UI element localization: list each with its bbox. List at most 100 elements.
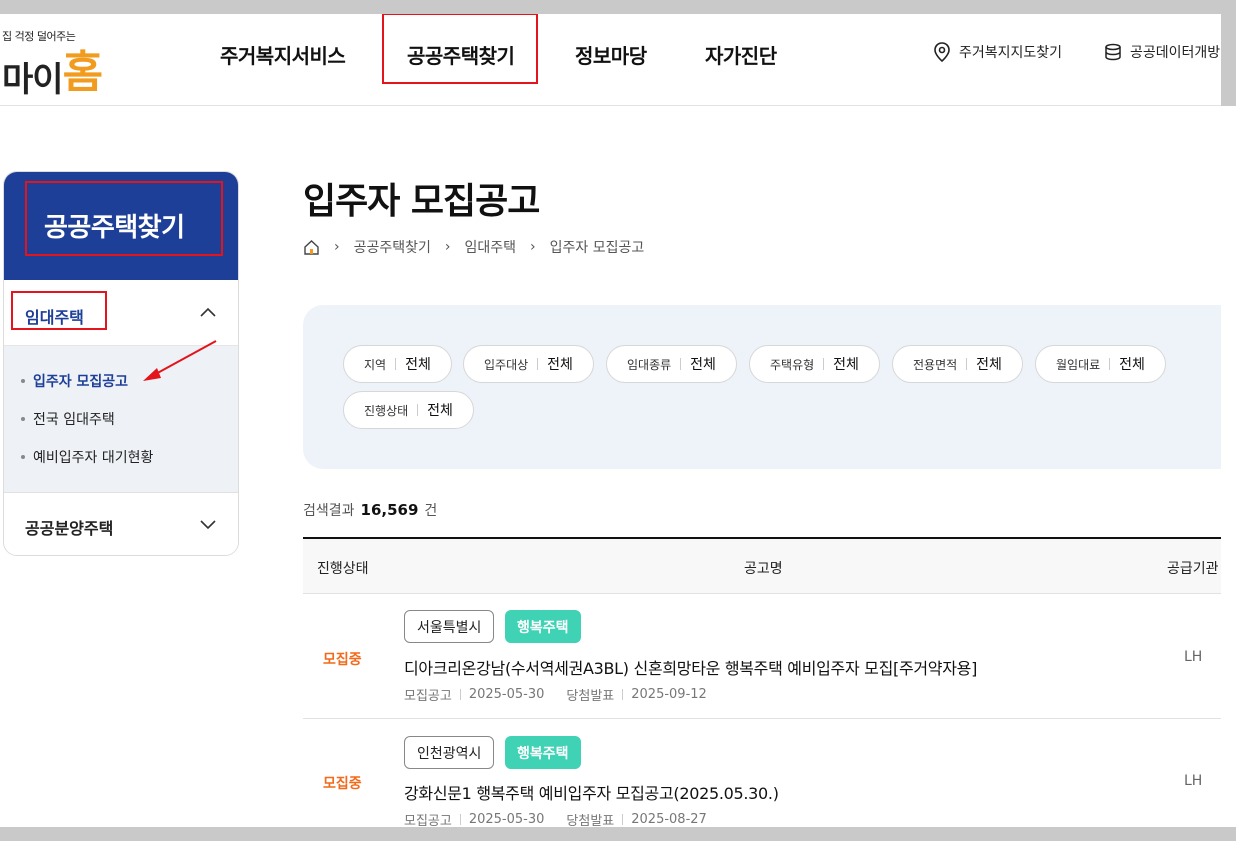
page: 집 걱정 덜어주는 마이홈 주거복지서비스 공공주택찾기 정보마당 자가진단 주… (0, 14, 1221, 827)
bullet-icon (21, 455, 25, 459)
meta-divider (622, 689, 624, 700)
logo-brand-accent: 홈 (62, 47, 103, 98)
table-row[interactable]: 모집중 인천광역시 행복주택 강화신문1 행복주택 예비입주자 모집공고(202… (303, 719, 1221, 827)
home-icon[interactable] (303, 239, 320, 256)
region-tag: 인천광역시 (404, 736, 495, 769)
filter-chip-divider (395, 358, 397, 370)
filter-chip-divider (966, 358, 968, 370)
sidebar-item-waitlist[interactable]: 예비입주자 대기현황 (21, 447, 153, 467)
filter-chip-value: 전체 (976, 357, 1002, 373)
table-row[interactable]: 모집중 서울특별시 행복주택 디아크리온강남(수서역세권A3BL) 신혼희망타운… (303, 594, 1221, 719)
breadcrumb-item[interactable]: 공공주택찾기 (354, 237, 431, 257)
location-pin-icon (934, 42, 950, 62)
result-count: 검색결과 16,569 건 (303, 500, 437, 520)
status-badge: 모집중 (323, 652, 362, 668)
status-badge: 모집중 (323, 776, 362, 792)
sidebar-item-label: 입주자 모집공고 (33, 374, 129, 390)
sidebar-item-label: 전국 임대주택 (33, 412, 115, 428)
post-label: 모집공고 (404, 689, 452, 704)
filter-chip-divider (417, 404, 419, 416)
chevron-right-icon: › (444, 239, 451, 255)
database-icon (1105, 43, 1121, 61)
filter-chip-label: 입주대상 (484, 357, 529, 372)
annotation-arrow-icon (143, 340, 217, 381)
filter-chip-house-type[interactable]: 주택유형 전체 (749, 345, 880, 383)
chevron-down-icon (200, 520, 216, 530)
chevron-right-icon: › (334, 239, 340, 255)
sidebar-section-sale-label: 공공분양주택 (25, 519, 114, 538)
highlight-sidebar-title (25, 181, 223, 256)
housing-type-tag: 행복주택 (505, 736, 581, 769)
announce-date: 2025-09-12 (631, 687, 707, 702)
breadcrumb: › 공공주택찾기 › 임대주택 › 입주자 모집공고 (303, 237, 644, 257)
filter-chip-value: 전체 (1119, 357, 1145, 373)
meta-divider (459, 689, 461, 700)
column-header-status: 진행상태 (317, 561, 369, 577)
sidebar-item-label: 예비입주자 대기현황 (33, 450, 154, 466)
filter-chip-value: 전체 (547, 357, 573, 373)
supply-org: LH (1184, 649, 1203, 665)
column-header-org: 공급기관 (1167, 561, 1219, 577)
filter-chip-rent-type[interactable]: 임대종류 전체 (606, 345, 737, 383)
filter-chip-monthly-rent[interactable]: 월임대료 전체 (1035, 345, 1166, 383)
filter-chip-label: 전용면적 (913, 357, 958, 372)
page-title: 입주자 모집공고 (303, 181, 540, 222)
filter-chip-label: 월임대료 (1056, 357, 1101, 372)
highlight-sidebar-rental (11, 291, 107, 330)
gnb-housing-welfare[interactable]: 주거복지서비스 (220, 40, 346, 69)
gnb-self-check[interactable]: 자가진단 (705, 40, 777, 69)
post-date: 2025-05-30 (468, 812, 545, 827)
bullet-icon (21, 417, 25, 421)
result-number: 16,569 (360, 501, 419, 519)
notice-meta: 모집공고 2025-05-30 당첨발표 2025-09-12 (404, 685, 707, 704)
filter-chip-divider (1109, 358, 1111, 370)
chevron-up-icon (200, 307, 216, 317)
post-date: 2025-05-30 (468, 687, 545, 702)
logo-brand: 마이홈 (2, 40, 103, 104)
welfare-map-link[interactable]: 주거복지지도찾기 (933, 42, 1062, 62)
breadcrumb-item[interactable]: 입주자 모집공고 (550, 237, 645, 257)
meta-divider (459, 814, 461, 825)
announce-date: 2025-08-27 (631, 812, 707, 827)
filter-chip-label: 지역 (364, 357, 387, 372)
filter-chip-value: 전체 (405, 357, 431, 373)
filter-chip-label: 진행상태 (364, 403, 409, 418)
bullet-icon (21, 379, 25, 383)
sidebar-section-sale[interactable]: 공공분양주택 (4, 494, 238, 555)
header: 집 걱정 덜어주는 마이홈 주거복지서비스 공공주택찾기 정보마당 자가진단 주… (0, 14, 1221, 106)
notice-meta: 모집공고 2025-05-30 당첨발표 2025-08-27 (404, 810, 707, 827)
gnb-info[interactable]: 정보마당 (575, 40, 647, 69)
post-label: 모집공고 (404, 814, 452, 827)
filter-chip-area[interactable]: 전용면적 전체 (892, 345, 1023, 383)
filter-chip-value: 전체 (427, 403, 453, 419)
logo[interactable]: 집 걱정 덜어주는 마이홈 (2, 28, 142, 100)
filter-chip-target[interactable]: 입주대상 전체 (463, 345, 594, 383)
filter-chip-value: 전체 (690, 357, 716, 373)
filter-chip-label: 주택유형 (770, 357, 815, 372)
sidebar-item-recruit-notice[interactable]: 입주자 모집공고 (21, 371, 128, 391)
filter-chip-divider (823, 358, 825, 370)
meta-divider (622, 814, 624, 825)
public-data-label: 공공데이터개방 (1130, 45, 1221, 61)
filter-chip-region[interactable]: 지역 전체 (343, 345, 452, 383)
notice-title-link[interactable]: 강화신문1 행복주택 예비입주자 모집공고(2025.05.30.) (404, 780, 779, 804)
announce-label: 당첨발표 (566, 689, 615, 704)
filter-chip-divider (680, 358, 682, 370)
column-header-title: 공고명 (744, 561, 783, 577)
welfare-map-label: 주거복지지도찾기 (959, 45, 1063, 61)
notice-title-link[interactable]: 디아크리온강남(수서역세권A3BL) 신혼희망타운 행복주택 예비입주자 모집[… (404, 655, 977, 679)
public-data-link[interactable]: 공공데이터개방 (1104, 42, 1220, 62)
housing-type-tag: 행복주택 (505, 610, 581, 643)
breadcrumb-item[interactable]: 임대주택 (465, 237, 517, 257)
filter-chip-label: 임대종류 (627, 357, 672, 372)
filter-chip-status[interactable]: 진행상태 전체 (343, 391, 474, 429)
result-label: 검색결과 (303, 503, 355, 519)
highlight-gnb-public-housing (382, 14, 538, 84)
table-header: 진행상태 공고명 공급기관 (303, 537, 1221, 594)
sidebar-item-national-rental[interactable]: 전국 임대주택 (21, 409, 115, 429)
announce-label: 당첨발표 (566, 814, 615, 827)
chevron-right-icon: › (530, 239, 536, 255)
right-edge (1221, 106, 1236, 827)
result-unit: 건 (424, 503, 438, 519)
filter-chip-divider (537, 358, 539, 370)
